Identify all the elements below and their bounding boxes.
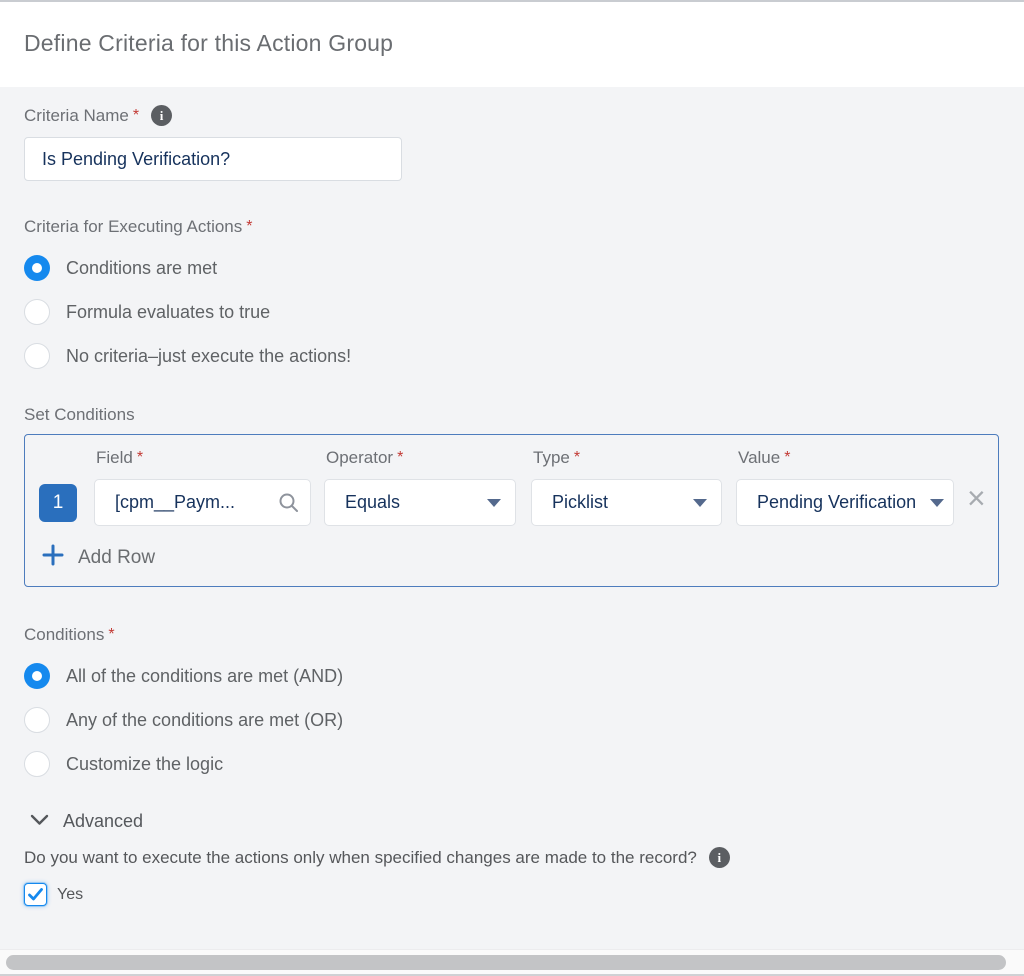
criteria-exec-label: Criteria for Executing Actions* — [24, 217, 1000, 237]
required-asterisk: * — [574, 449, 580, 467]
required-asterisk: * — [133, 107, 139, 125]
radio-label: Customize the logic — [66, 754, 223, 775]
type-column-label: Type* — [533, 448, 736, 468]
row-number-column: 1 — [39, 448, 77, 526]
required-asterisk: * — [397, 449, 403, 467]
chevron-down-icon — [930, 499, 944, 507]
field-lookup-input[interactable]: [cpm__Paym... — [94, 479, 311, 526]
search-icon[interactable] — [278, 492, 300, 519]
radio-option-conditions-met[interactable]: Conditions are met — [24, 255, 1000, 281]
field-label-text: Field — [96, 448, 133, 468]
type-column: Type* Picklist — [531, 448, 736, 526]
radio-button[interactable] — [24, 663, 50, 689]
required-asterisk: * — [784, 449, 790, 467]
value-label-text: Value — [738, 448, 780, 468]
remove-row-icon[interactable]: × — [967, 482, 986, 514]
panel-header: Define Criteria for this Action Group — [0, 2, 1024, 87]
horizontal-scrollbar[interactable] — [0, 949, 1024, 974]
chevron-down-icon — [30, 813, 49, 831]
row-number-badge: 1 — [39, 484, 77, 522]
radio-option-formula-true[interactable]: Formula evaluates to true — [24, 299, 1000, 325]
advanced-label: Advanced — [63, 811, 143, 832]
advanced-toggle[interactable]: Advanced — [24, 811, 1000, 832]
set-conditions-label-text: Set Conditions — [24, 405, 135, 425]
info-icon[interactable]: i — [709, 847, 730, 868]
criteria-exec-label-text: Criteria for Executing Actions — [24, 217, 242, 237]
radio-button[interactable] — [24, 299, 50, 325]
radio-label: All of the conditions are met (AND) — [66, 666, 343, 687]
radio-option-customize-logic[interactable]: Customize the logic — [24, 751, 1000, 777]
value-column: Value* Pending Verification — [736, 448, 954, 526]
conditions-label: Conditions* — [24, 625, 1000, 645]
info-icon[interactable]: i — [151, 105, 172, 126]
radio-button[interactable] — [24, 751, 50, 777]
type-select[interactable]: Picklist — [531, 479, 722, 526]
chevron-down-icon — [693, 499, 707, 507]
operator-value: Equals — [345, 492, 400, 513]
page-title: Define Criteria for this Action Group — [24, 30, 1000, 57]
horizontal-scrollbar-thumb[interactable] — [6, 955, 1006, 970]
criteria-name-label: Criteria Name* i — [24, 105, 1000, 126]
radio-option-no-criteria[interactable]: No criteria–just execute the actions! — [24, 343, 1000, 369]
yes-checkbox-label: Yes — [57, 886, 83, 904]
radio-button[interactable] — [24, 255, 50, 281]
value-select[interactable]: Pending Verification — [736, 479, 954, 526]
required-asterisk: * — [108, 626, 114, 644]
condition-row: 1 Field* [cpm__Paym... — [39, 448, 986, 526]
required-asterisk: * — [246, 218, 252, 236]
conditions-logic-group: Conditions* All of the conditions are me… — [24, 625, 1000, 777]
type-label-text: Type — [533, 448, 570, 468]
type-value: Picklist — [552, 492, 608, 513]
add-row-label: Add Row — [78, 547, 155, 569]
value-column-label: Value* — [738, 448, 954, 468]
field-column-label: Field* — [96, 448, 324, 468]
field-column: Field* [cpm__Paym... — [94, 448, 324, 526]
field-value: [cpm__Paym... — [115, 492, 235, 513]
set-conditions-label: Set Conditions — [24, 405, 1000, 425]
plus-icon — [41, 543, 65, 572]
radio-label: Conditions are met — [66, 258, 217, 279]
criteria-name-group: Criteria Name* i — [24, 105, 1000, 181]
set-conditions-group: Set Conditions 1 Field* [cpm__Paym... — [24, 405, 1000, 587]
operator-column-label: Operator* — [326, 448, 531, 468]
radio-label: No criteria–just execute the actions! — [66, 346, 351, 367]
radio-button[interactable] — [24, 343, 50, 369]
radio-option-all-and[interactable]: All of the conditions are met (AND) — [24, 663, 1000, 689]
criteria-name-input[interactable] — [24, 137, 402, 181]
radio-button[interactable] — [24, 707, 50, 733]
advanced-question-text: Do you want to execute the actions only … — [24, 848, 697, 868]
operator-label-text: Operator — [326, 448, 393, 468]
define-criteria-panel: { "header": { "title": "Define Criteria … — [0, 0, 1024, 976]
chevron-down-icon — [487, 499, 501, 507]
radio-label: Formula evaluates to true — [66, 302, 270, 323]
operator-column: Operator* Equals — [324, 448, 531, 526]
conditions-box: 1 Field* [cpm__Paym... — [24, 434, 999, 587]
yes-checkbox-row[interactable]: Yes — [24, 883, 1000, 906]
panel-body: Criteria Name* i Criteria for Executing … — [0, 87, 1024, 906]
add-row-button[interactable]: Add Row — [39, 543, 986, 572]
conditions-label-text: Conditions — [24, 625, 104, 645]
operator-select[interactable]: Equals — [324, 479, 516, 526]
yes-checkbox[interactable] — [24, 883, 47, 906]
criteria-exec-group: Criteria for Executing Actions* Conditio… — [24, 217, 1000, 369]
criteria-name-label-text: Criteria Name — [24, 106, 129, 126]
required-asterisk: * — [137, 449, 143, 467]
radio-label: Any of the conditions are met (OR) — [66, 710, 343, 731]
value-value: Pending Verification — [757, 492, 916, 513]
radio-option-any-or[interactable]: Any of the conditions are met (OR) — [24, 707, 1000, 733]
checkmark-icon — [28, 888, 43, 901]
advanced-question-row: Do you want to execute the actions only … — [24, 847, 1000, 868]
